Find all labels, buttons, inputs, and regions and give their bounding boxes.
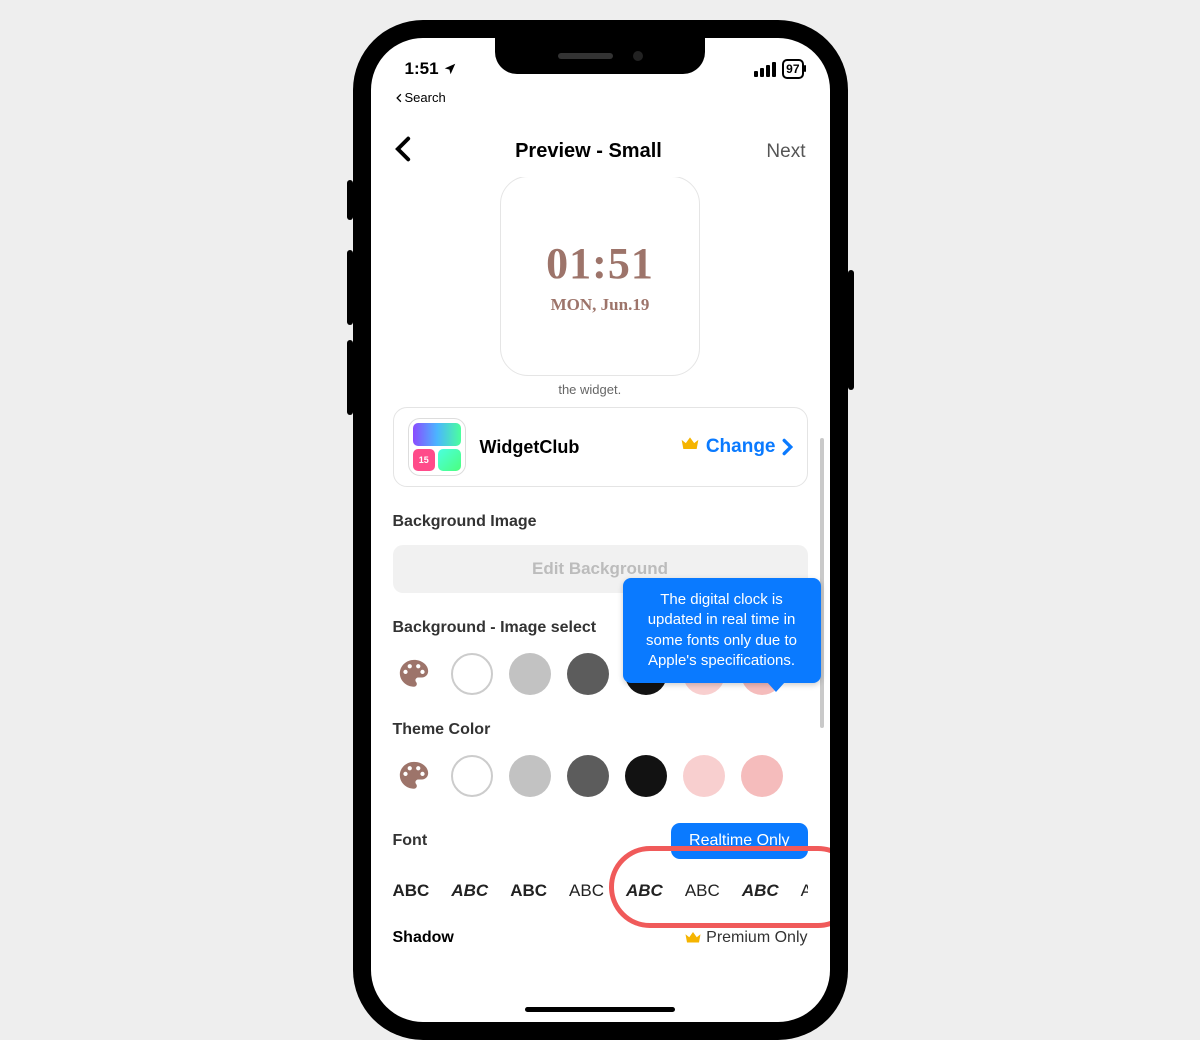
font-option[interactable]: ABC xyxy=(685,881,720,901)
change-app-button[interactable]: Change xyxy=(680,434,793,460)
location-icon xyxy=(443,62,457,76)
realtime-tooltip: The digital clock is updated in real tim… xyxy=(623,578,821,683)
edit-bg-label: Edit Background xyxy=(532,559,668,579)
volume-up-button xyxy=(347,250,353,325)
shadow-label: Shadow xyxy=(393,929,454,947)
status-time: 1:51 xyxy=(405,59,439,79)
font-option[interactable]: ABC xyxy=(626,881,663,901)
font-label: Font xyxy=(393,832,428,850)
realtime-only-button[interactable]: Realtime Only xyxy=(671,823,807,859)
phone-frame: 1:51 97 Search Preview - Small Next 01:5… xyxy=(353,20,848,1040)
screen: 1:51 97 Search Preview - Small Next 01:5… xyxy=(371,38,830,1022)
side-button xyxy=(347,180,353,220)
color-white[interactable] xyxy=(451,653,493,695)
chevron-right-icon xyxy=(782,438,793,456)
widget-preview: 01:51 MON, Jun.19 xyxy=(500,176,700,376)
font-option[interactable]: ABC xyxy=(569,881,604,901)
change-label: Change xyxy=(706,436,776,458)
color-lightgray[interactable] xyxy=(509,755,551,797)
font-sample-row: ABC ABC ABC ABC ABC ABC ABC A xyxy=(393,881,808,901)
theme-color-label: Theme Color xyxy=(393,721,808,739)
volume-down-button xyxy=(347,340,353,415)
app-name: WidgetClub xyxy=(480,437,666,458)
color-white[interactable] xyxy=(451,755,493,797)
app-icon: 15 xyxy=(408,418,466,476)
color-darkgray[interactable] xyxy=(567,755,609,797)
palette-icon[interactable] xyxy=(393,759,435,793)
next-button[interactable]: Next xyxy=(766,141,805,163)
open-app-hint: the widget. xyxy=(558,382,621,397)
home-indicator[interactable] xyxy=(525,1007,675,1012)
signal-icon xyxy=(754,62,776,77)
nav-bar: Preview - Small Next xyxy=(371,118,830,177)
bg-image-label: Background Image xyxy=(393,513,808,531)
crown-icon xyxy=(680,434,700,460)
open-app-row: Open App the widget. xyxy=(393,382,808,397)
open-app-card[interactable]: 15 WidgetClub Change xyxy=(393,407,808,487)
battery-icon: 97 xyxy=(782,59,803,79)
page-title: Preview - Small xyxy=(515,140,662,163)
palette-icon[interactable] xyxy=(393,657,435,691)
preview-time: 01:51 xyxy=(546,238,654,289)
theme-color-row xyxy=(393,755,808,797)
preview-date: MON, Jun.19 xyxy=(551,295,650,315)
back-button[interactable] xyxy=(395,136,411,167)
font-option[interactable]: ABC xyxy=(451,881,488,901)
color-black[interactable] xyxy=(625,755,667,797)
font-option[interactable]: ABC xyxy=(510,881,547,901)
font-option[interactable]: ABC xyxy=(393,881,430,901)
back-to-search[interactable]: Search xyxy=(395,90,446,105)
font-option[interactable]: ABC xyxy=(742,881,779,901)
premium-only-badge: Premium Only xyxy=(684,929,807,947)
color-pink1[interactable] xyxy=(683,755,725,797)
color-darkgray[interactable] xyxy=(567,653,609,695)
back-search-label: Search xyxy=(405,90,446,105)
font-option[interactable]: A xyxy=(801,881,808,901)
power-button xyxy=(848,270,854,390)
color-lightgray[interactable] xyxy=(509,653,551,695)
color-pink2[interactable] xyxy=(741,755,783,797)
notch xyxy=(495,38,705,74)
crown-icon xyxy=(684,929,702,947)
